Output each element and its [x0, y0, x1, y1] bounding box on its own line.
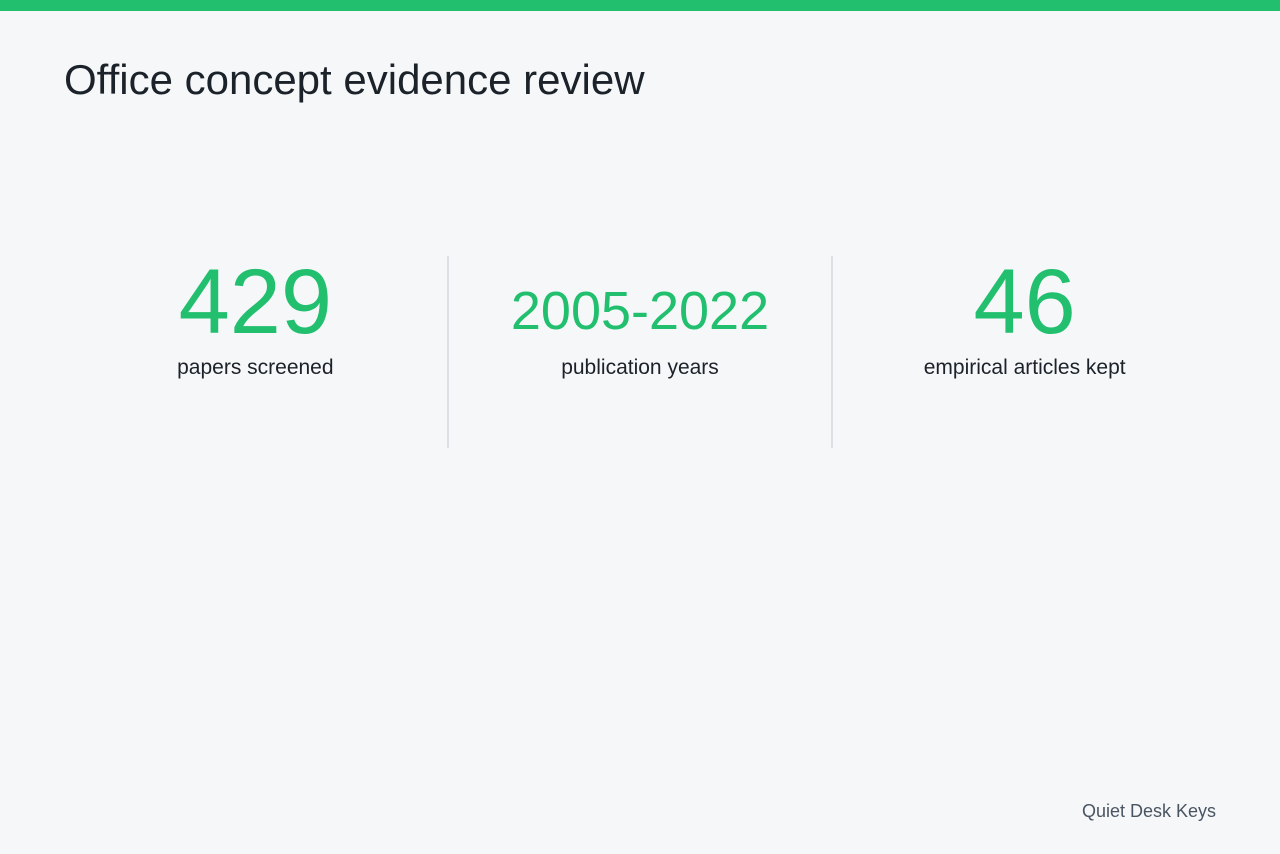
page-title: Office concept evidence review: [64, 56, 645, 103]
stat-articles-kept: 46 empirical articles kept: [833, 256, 1216, 448]
stat-value: 429: [178, 251, 333, 353]
stat-value: 2005-2022: [510, 281, 770, 341]
stat-papers-screened: 429 papers screened: [64, 256, 447, 448]
stat-label: empirical articles kept: [923, 356, 1126, 379]
top-accent-bar: [0, 0, 1280, 11]
stats-row: 429 papers screened 2005-2022 publicatio…: [64, 256, 1216, 448]
stat-label: papers screened: [177, 356, 334, 379]
stat-value: 46: [973, 251, 1076, 353]
footer-brand: Quiet Desk Keys: [1081, 801, 1216, 821]
stat-publication-years: 2005-2022 publication years: [449, 256, 832, 448]
stat-label: publication years: [561, 356, 719, 379]
